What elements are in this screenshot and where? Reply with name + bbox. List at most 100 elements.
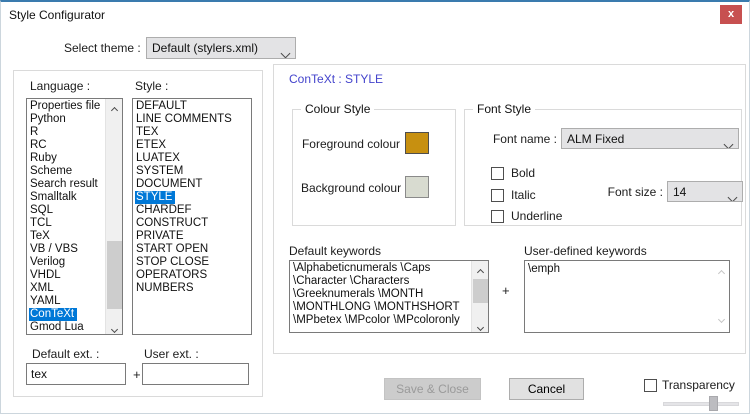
font-size-dropdown[interactable]: 14 — [667, 181, 743, 202]
italic-checkbox[interactable] — [491, 189, 504, 202]
style-configurator-dialog: Style Configurator x Select theme : Defa… — [0, 0, 750, 414]
background-colour-label: Background colour — [301, 181, 400, 195]
language-label: Language : — [30, 79, 90, 93]
list-item[interactable]: TEX — [135, 126, 161, 139]
font-size-label: Font size : — [595, 185, 663, 199]
theme-dropdown-value: Default (stylers.xml) — [152, 41, 258, 55]
default-keywords-label: Default keywords — [289, 244, 381, 258]
list-item[interactable]: Scheme — [29, 165, 75, 178]
scrollbar-thumb[interactable] — [107, 241, 122, 309]
list-item[interactable]: RC — [29, 139, 50, 152]
list-item[interactable]: START OPEN — [135, 243, 211, 256]
theme-dropdown[interactable]: Default (stylers.xml) — [146, 37, 296, 59]
chevron-down-icon — [729, 187, 736, 203]
list-item[interactable]: CONSTRUCT — [135, 217, 211, 230]
list-item[interactable]: CHARDEF — [135, 204, 195, 217]
chevron-down-icon — [282, 43, 289, 59]
foreground-colour-label: Foreground colour — [301, 137, 400, 151]
scroll-down-icon[interactable] — [106, 318, 122, 334]
bold-label: Bold — [511, 166, 535, 180]
user-keywords-label: User-defined keywords — [524, 244, 647, 258]
list-item[interactable]: \MPbetex \MPcolor \MPcoloronly — [292, 314, 463, 327]
underline-label: Underline — [511, 209, 562, 223]
font-style-groupbox: Font Style Font name : ALM Fixed Bold It… — [464, 109, 742, 226]
list-item[interactable]: TeX — [29, 230, 53, 243]
foreground-colour-swatch[interactable] — [405, 132, 429, 154]
default-ext-label: Default ext. : — [32, 347, 99, 361]
list-item[interactable]: Search result — [29, 178, 101, 191]
list-item[interactable]: DOCUMENT — [135, 178, 205, 191]
background-colour-swatch[interactable] — [405, 176, 429, 198]
list-item[interactable]: PRIVATE — [135, 230, 187, 243]
font-style-title: Font Style — [473, 102, 535, 116]
language-scrollbar[interactable] — [105, 99, 122, 334]
transparency-label: Transparency — [662, 378, 735, 392]
keywords-scrollbar[interactable] — [471, 261, 488, 332]
list-item[interactable]: \Alphabeticnumerals \Caps — [292, 262, 433, 275]
list-item[interactable]: \MONTHLONG \MONTHSHORT — [292, 301, 463, 314]
close-icon[interactable]: x — [720, 5, 742, 24]
list-item[interactable]: Ruby — [29, 152, 60, 165]
list-item[interactable]: \Greeknumerals \MONTH — [292, 288, 426, 301]
list-item[interactable]: R — [29, 126, 41, 139]
list-item[interactable]: Python — [29, 113, 69, 126]
font-size-value: 14 — [673, 185, 686, 199]
colour-style-title: Colour Style — [301, 102, 374, 116]
font-name-dropdown[interactable]: ALM Fixed — [561, 128, 739, 149]
window-title: Style Configurator — [9, 8, 105, 22]
list-item[interactable]: DEFAULT — [135, 100, 190, 113]
chevron-down-icon — [725, 134, 732, 150]
scroll-up-icon[interactable] — [106, 99, 122, 115]
font-name-label: Font name : — [471, 132, 557, 146]
underline-checkbox[interactable] — [491, 210, 504, 223]
bold-checkbox[interactable] — [491, 167, 504, 180]
style-listbox[interactable]: DEFAULTLINE COMMENTSTEXETEXLUATEXSYSTEMD… — [132, 98, 252, 335]
list-item[interactable]: Smalltalk — [29, 191, 80, 204]
styler-groupbox: ConTeXt : STYLE Colour Style Foreground … — [273, 64, 746, 354]
colour-style-groupbox: Colour Style Foreground colour Backgroun… — [292, 109, 456, 226]
default-keywords-listbox[interactable]: \Alphabeticnumerals \Caps\Character \Cha… — [289, 260, 489, 333]
user-ext-input[interactable] — [142, 363, 249, 385]
chevron-down-icon — [719, 313, 724, 326]
user-keywords-textarea[interactable]: \emph — [524, 260, 730, 333]
list-item[interactable]: STOP CLOSE — [135, 256, 212, 269]
language-groupbox: Language : Properties filePythonRRCRubyS… — [13, 70, 263, 397]
list-item[interactable]: ConTeXt — [29, 308, 77, 321]
transparency-slider-thumb[interactable] — [709, 396, 718, 411]
list-item[interactable]: ETEX — [135, 139, 169, 152]
ext-plus-sign: + — [133, 367, 141, 382]
scroll-up-icon[interactable] — [472, 261, 488, 277]
transparency-checkbox[interactable] — [644, 379, 657, 392]
list-item[interactable]: VB / VBS — [29, 243, 81, 256]
styler-title: ConTeXt : STYLE — [289, 72, 383, 86]
list-item[interactable]: Properties file — [29, 100, 103, 113]
default-ext-input[interactable]: tex — [26, 363, 126, 385]
save-and-close-button[interactable]: Save & Close — [384, 378, 481, 400]
list-item[interactable]: VHDL — [29, 269, 64, 282]
list-item[interactable]: LINE COMMENTS — [135, 113, 235, 126]
list-item[interactable]: XML — [29, 282, 57, 295]
list-item[interactable]: SQL — [29, 204, 56, 217]
font-name-value: ALM Fixed — [567, 132, 624, 146]
style-label: Style : — [135, 79, 168, 93]
transparency-slider-track[interactable] — [663, 402, 739, 406]
user-ext-label: User ext. : — [144, 347, 199, 361]
list-item[interactable]: LUATEX — [135, 152, 183, 165]
list-item[interactable]: Verilog — [29, 256, 68, 269]
list-item[interactable]: OPERATORS — [135, 269, 210, 282]
list-item[interactable]: Gmod Lua — [29, 321, 87, 334]
list-item[interactable]: STYLE — [135, 191, 175, 204]
list-item[interactable]: TCL — [29, 217, 55, 230]
chevron-up-icon — [719, 267, 724, 280]
scrollbar-thumb[interactable] — [473, 279, 488, 303]
scroll-down-icon[interactable] — [472, 316, 488, 332]
list-item[interactable]: NUMBERS — [135, 282, 197, 295]
list-item[interactable]: YAML — [29, 295, 63, 308]
language-listbox[interactable]: Properties filePythonRRCRubySchemeSearch… — [26, 98, 123, 335]
cancel-button[interactable]: Cancel — [509, 378, 584, 400]
list-item[interactable]: SYSTEM — [135, 165, 186, 178]
list-item[interactable]: \Character \Characters — [292, 275, 412, 288]
user-keywords-value: \emph — [528, 263, 560, 275]
keywords-plus-sign: + — [502, 283, 510, 298]
italic-label: Italic — [511, 188, 536, 202]
